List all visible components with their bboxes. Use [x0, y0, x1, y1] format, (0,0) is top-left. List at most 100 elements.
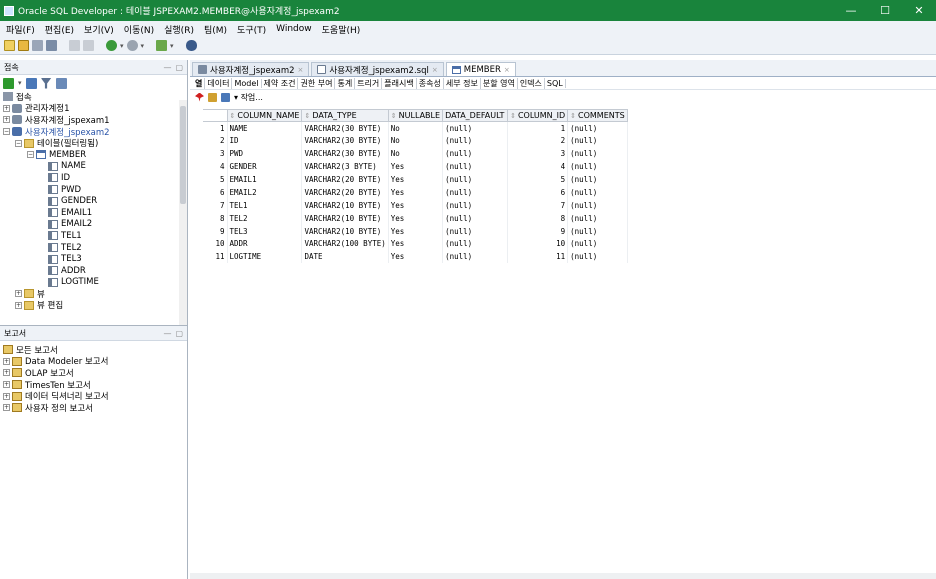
new-icon[interactable] — [4, 40, 15, 51]
table-row[interactable]: 2 ID VARCHAR2(30 BYTE) No (null) 2 (null) — [203, 134, 628, 148]
grid-cell[interactable]: (null) — [442, 160, 509, 174]
column-header-data-type[interactable]: ⇕ DATA_TYPE — [301, 109, 389, 122]
menu-window[interactable]: Window — [271, 24, 317, 34]
column-header-column-name[interactable]: ⇕ COLUMN_NAME — [226, 109, 303, 122]
sub-tab[interactable]: 트리거 — [355, 77, 383, 89]
grid-cell[interactable]: (null) — [567, 185, 628, 199]
connections-scrollbar[interactable] — [179, 100, 187, 325]
restore-panel-icon[interactable]: ▢ — [175, 329, 183, 338]
schema-browser-icon[interactable] — [55, 77, 67, 89]
menu-tools[interactable]: 도구(T) — [232, 23, 271, 36]
sub-tab[interactable]: 플래시백 — [382, 77, 417, 89]
horizontal-scrollbar[interactable] — [190, 573, 936, 579]
grid-cell[interactable]: (null) — [567, 211, 628, 225]
back-dropdown-icon[interactable]: ▾ — [120, 42, 124, 50]
grid-cell[interactable]: Yes — [388, 160, 444, 174]
sub-tab[interactable]: 열 — [193, 77, 206, 89]
tree-node[interactable]: PWD — [3, 184, 187, 196]
grid-cell[interactable]: PWD — [227, 147, 303, 161]
grid-cell[interactable]: (null) — [442, 211, 509, 225]
expand-icon[interactable]: + — [3, 404, 10, 412]
sub-tab[interactable]: SQL — [545, 78, 566, 88]
grid-cell[interactable]: 6 — [507, 185, 569, 199]
report-node[interactable]: + OLAP 보고서 — [3, 367, 187, 379]
report-node[interactable]: + 사용자 정의 보고서 — [3, 402, 187, 414]
grid-cell[interactable]: 11 — [507, 250, 569, 264]
grid-cell[interactable]: (null) — [567, 198, 628, 212]
sub-tab[interactable]: Model — [232, 78, 262, 88]
add-connection-icon[interactable] — [3, 77, 14, 89]
tree-node[interactable]: − 사용자계정_jspexam2 — [3, 126, 187, 138]
grid-cell[interactable]: GENDER — [227, 160, 303, 174]
grid-cell[interactable]: TEL2 — [227, 211, 303, 225]
grid-cell[interactable]: Yes — [388, 185, 444, 199]
table-row[interactable]: 7 TEL1 VARCHAR2(10 BYTE) Yes (null) 7 (null) — [203, 198, 628, 212]
tree-node[interactable]: EMAIL1 — [3, 207, 187, 219]
expand-icon[interactable]: + — [3, 381, 10, 389]
edit-icon[interactable] — [208, 92, 217, 102]
grid-cell[interactable]: No — [388, 147, 444, 161]
grid-cell[interactable]: (null) — [442, 173, 509, 186]
menu-run[interactable]: 실행(R) — [159, 23, 199, 36]
table-row[interactable]: 5 EMAIL1 VARCHAR2(20 BYTE) Yes (null) 5 (null) — [203, 173, 628, 186]
grid-cell[interactable]: TEL1 — [227, 198, 303, 212]
grid-cell[interactable]: 5 — [507, 173, 569, 186]
table-row[interactable]: 4 GENDER VARCHAR2(3 BYTE) Yes (null) 4 (null) — [203, 160, 628, 174]
actions-menu-button[interactable]: ▾ 작업... — [234, 92, 263, 103]
menu-view[interactable]: 보기(V) — [79, 23, 119, 36]
grid-cell[interactable]: ADDR — [227, 237, 303, 251]
all-reports-node[interactable]: 모든 보고서 — [3, 344, 187, 356]
grid-cell[interactable]: 2 — [507, 134, 569, 148]
grid-cell[interactable]: No — [388, 121, 444, 135]
tree-node[interactable]: EMAIL2 — [3, 219, 187, 231]
forward-dropdown-icon[interactable]: ▾ — [141, 42, 145, 50]
menu-team[interactable]: 팀(M) — [199, 23, 232, 36]
grid-cell[interactable]: (null) — [442, 185, 509, 199]
grid-cell[interactable]: (null) — [442, 224, 509, 238]
grid-cell[interactable]: 7 — [507, 198, 569, 212]
report-node[interactable]: + Data Modeler 보고서 — [3, 356, 187, 367]
expand-icon[interactable]: + — [15, 301, 22, 309]
tree-node[interactable]: NAME — [3, 161, 187, 173]
grid-cell[interactable]: VARCHAR2(3 BYTE) — [301, 160, 389, 174]
table-row[interactable]: 11 LOGTIME DATE Yes (null) 11 (null) — [203, 250, 628, 264]
grid-cell[interactable]: VARCHAR2(10 BYTE) — [301, 211, 389, 225]
undo-icon[interactable] — [69, 40, 80, 51]
table-row[interactable]: 8 TEL2 VARCHAR2(10 BYTE) Yes (null) 8 (null) — [203, 211, 628, 225]
table-row[interactable]: 1 NAME VARCHAR2(30 BYTE) No (null) 1 (null) — [203, 121, 628, 135]
sub-tab[interactable]: 통계 — [335, 77, 356, 89]
sub-tab[interactable]: 인덱스 — [518, 77, 545, 89]
grid-cell[interactable]: VARCHAR2(30 BYTE) — [301, 121, 389, 135]
collapse-icon[interactable]: − — [3, 128, 10, 136]
grid-cell[interactable]: (null) — [567, 160, 628, 174]
tree-node[interactable]: ADDR — [3, 265, 187, 277]
collapse-icon[interactable]: − — [15, 139, 22, 147]
expand-icon[interactable]: + — [3, 116, 10, 124]
tree-node[interactable]: TEL1 — [3, 230, 187, 242]
tree-root[interactable]: 접속 — [3, 91, 187, 103]
grid-cell[interactable]: (null) — [567, 237, 628, 251]
tab-connection-jspexam2[interactable]: 사용자계정_jspexam2 × — [192, 62, 310, 76]
tree-node[interactable]: TEL2 — [3, 242, 187, 254]
grid-cell[interactable]: Yes — [388, 198, 444, 212]
report-node[interactable]: + TimesTen 보고서 — [3, 379, 187, 391]
back-icon[interactable] — [106, 40, 117, 51]
grid-cell[interactable]: 9 — [507, 224, 569, 238]
grid-cell[interactable]: 1 — [507, 121, 569, 135]
close-tab-icon[interactable]: × — [504, 66, 510, 74]
grid-cell[interactable]: 3 — [507, 147, 569, 161]
filter-icon[interactable] — [40, 77, 52, 89]
menu-edit[interactable]: 편집(E) — [40, 23, 79, 36]
expand-icon[interactable]: + — [3, 104, 10, 112]
grid-cell[interactable]: (null) — [442, 198, 509, 212]
tree-node[interactable]: + 사용자계정_jspexam1 — [3, 114, 187, 126]
grid-cell[interactable]: (null) — [442, 237, 509, 251]
pin-icon[interactable] — [195, 92, 204, 102]
expand-icon[interactable]: + — [3, 392, 10, 400]
tree-node[interactable]: − MEMBER — [3, 149, 187, 161]
grid-cell[interactable]: Yes — [388, 250, 444, 264]
grid-cell[interactable]: EMAIL2 — [227, 185, 303, 199]
table-row[interactable]: 9 TEL3 VARCHAR2(10 BYTE) Yes (null) 9 (null) — [203, 224, 628, 238]
tree-node[interactable]: GENDER — [3, 195, 187, 207]
grid-cell[interactable]: (null) — [567, 134, 628, 148]
